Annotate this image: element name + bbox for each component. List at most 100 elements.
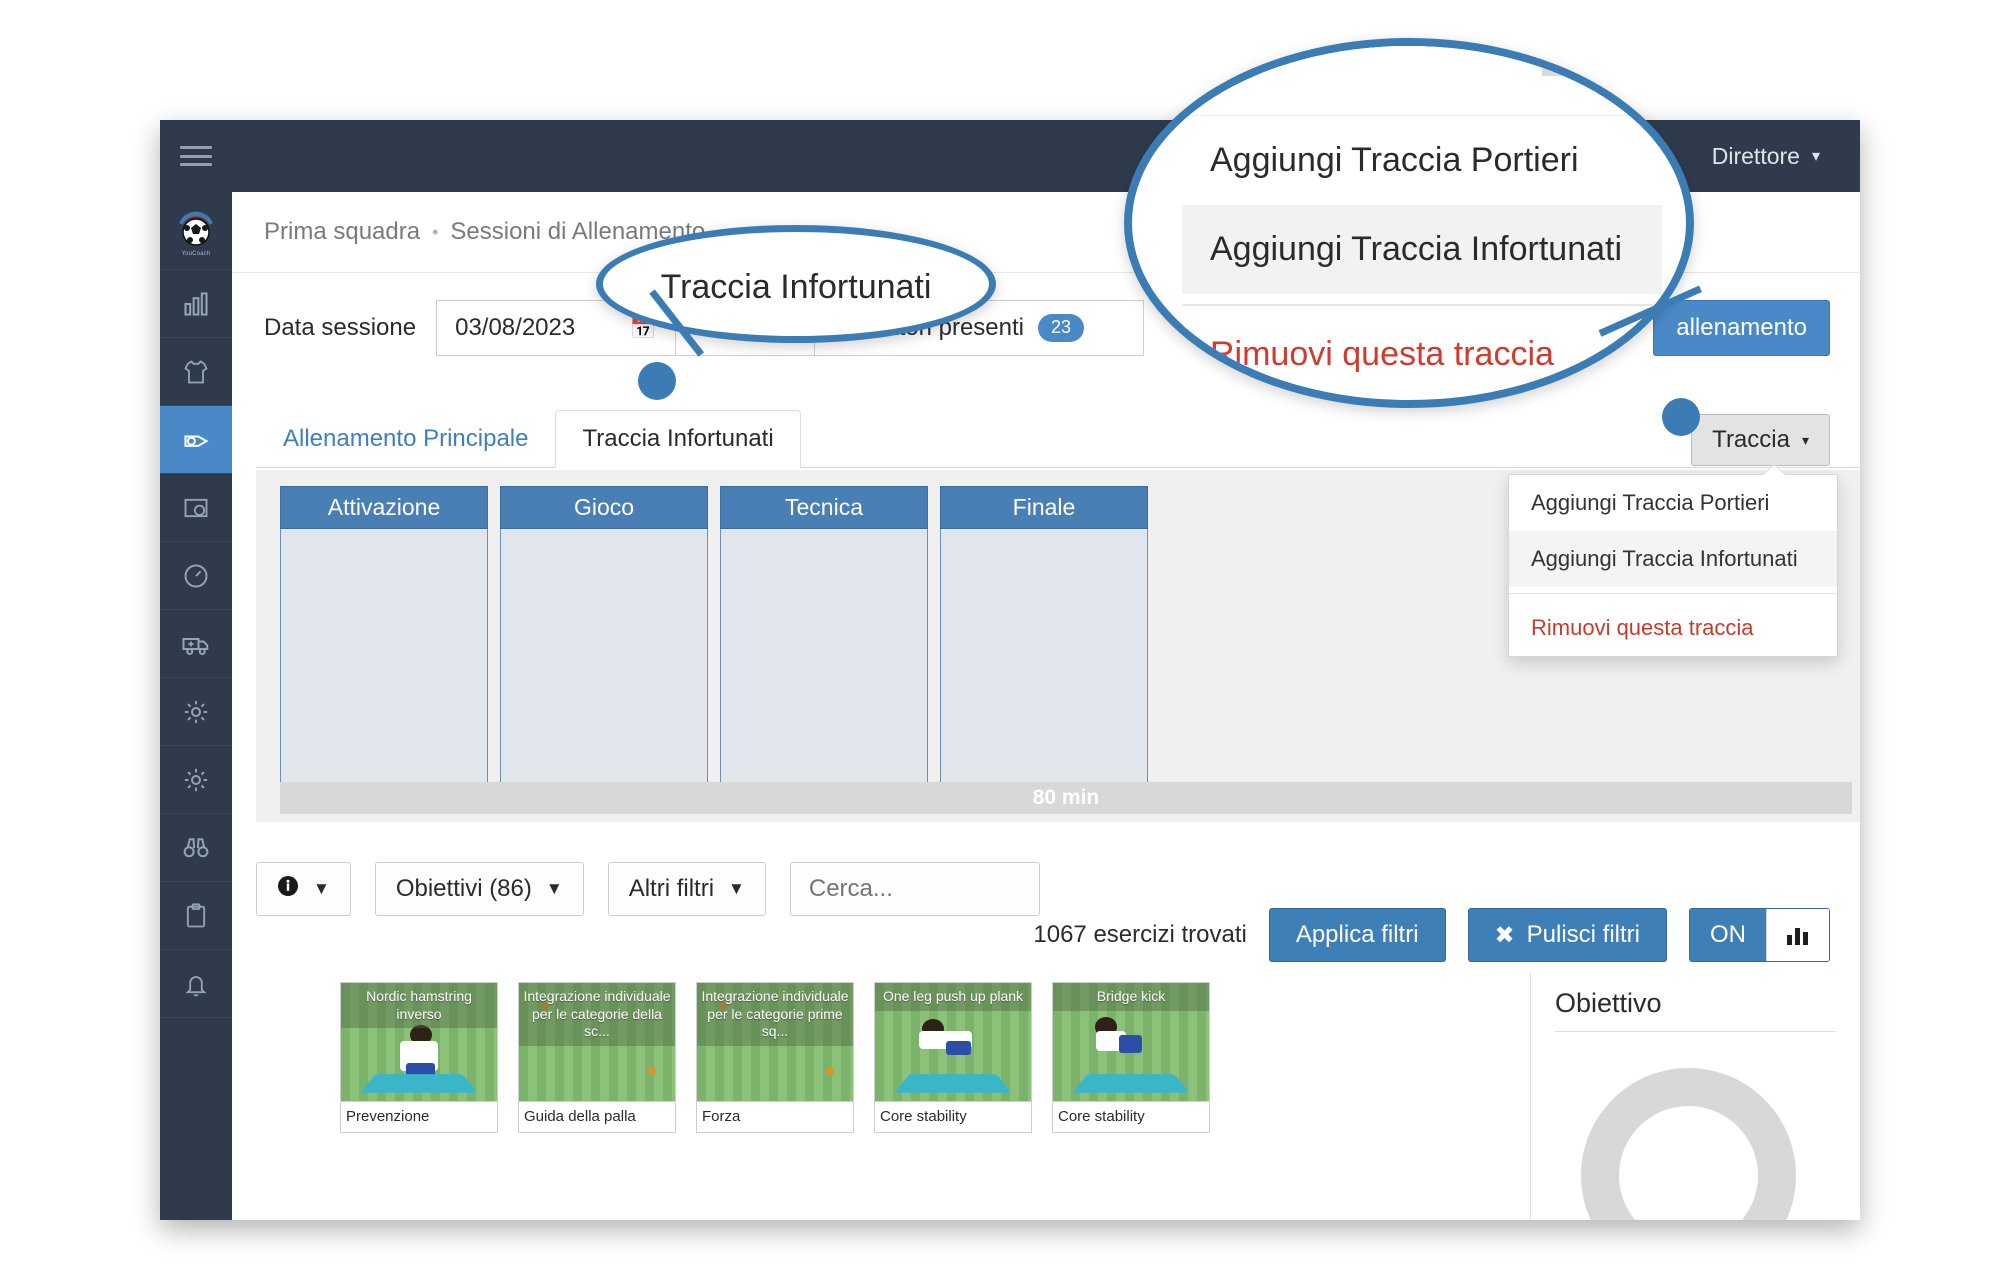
phase-dropzone[interactable] (720, 529, 928, 811)
sidebar-item-performance[interactable] (160, 542, 232, 610)
figure-plank (918, 1019, 972, 1075)
exercise-title: Nordic hamstring inverso (341, 983, 497, 1028)
sidebar: YouCoach (160, 120, 232, 1220)
clipboard-icon (186, 902, 206, 927)
sidebar-item-logo[interactable]: YouCoach (160, 196, 232, 270)
session-date-label: Data sessione (264, 314, 417, 341)
exercise-category: Prevenzione (341, 1101, 497, 1132)
bell-icon (185, 975, 207, 996)
breadcrumb-item-0[interactable]: Prima squadra (264, 218, 420, 246)
sidebar-item-match[interactable] (160, 474, 232, 542)
filter-toolbar: ▼ Obiettivi (86) ▼ Altri filtri ▼ (256, 862, 1040, 916)
info-filter-button[interactable]: ▼ (256, 862, 351, 916)
bar-chart-icon (184, 291, 208, 316)
exercise-card[interactable]: Bridge kick Core stability (1052, 982, 1210, 1133)
exercise-card-list: Nordic hamstring inverso Prevenzione Int… (340, 982, 1210, 1133)
gear-icon (184, 700, 208, 723)
breadcrumb: Prima squadra • Sessioni di Allenamento (264, 218, 705, 246)
hamburger-menu-icon[interactable] (178, 142, 214, 170)
traccia-dropdown-button[interactable]: Traccia ▾ (1691, 414, 1830, 466)
ambulance-icon (182, 637, 209, 655)
exercise-thumbnail: Integrazione individuale per le categori… (519, 983, 675, 1101)
gear-icon (184, 768, 208, 791)
bar-chart-icon[interactable] (1766, 909, 1829, 961)
pitch-ball-icon (184, 498, 208, 517)
exercise-category: Forza (697, 1101, 853, 1132)
objective-panel-title: Obiettivo (1555, 988, 1662, 1018)
tab-traccia-infortunati[interactable]: Traccia Infortunati (555, 410, 801, 468)
exercise-title: Integrazione individuale per le categori… (697, 983, 853, 1046)
sidebar-item-team[interactable] (160, 338, 232, 406)
exercise-thumbnail: Integrazione individuale per le categori… (697, 983, 853, 1101)
phase-column-attivazione[interactable]: Attivazione (280, 486, 488, 811)
sidebar-item-statistics[interactable] (160, 270, 232, 338)
other-filters-label: Altri filtri (628, 875, 715, 902)
sidebar-item-notifications[interactable] (160, 950, 232, 1018)
breadcrumb-separator-icon: • (432, 221, 439, 242)
phase-dropzone[interactable] (280, 529, 488, 811)
callout-tab-anchor (638, 362, 676, 400)
objective-panel-divider (1555, 1031, 1836, 1032)
user-menu[interactable]: Direttore ▾ (1712, 120, 1820, 192)
sidebar-item-settings[interactable] (160, 678, 232, 746)
exercise-thumbnail: Bridge kick (1053, 983, 1209, 1101)
exercise-card[interactable]: Integrazione individuale per le categori… (696, 982, 854, 1133)
exercise-title: Integrazione individuale per le categori… (519, 983, 675, 1046)
callout-menu-button-fragment (1542, 54, 1602, 76)
sidebar-item-reports[interactable] (160, 882, 232, 950)
donut-chart-icon (1581, 1068, 1796, 1220)
callout-menu-item-aggiungi-traccia-infortunati[interactable]: Aggiungi Traccia Infortunati (1182, 205, 1662, 294)
objectives-filter-button[interactable]: Obiettivi (86) ▼ (374, 862, 584, 916)
chevron-down-icon: ▼ (728, 879, 745, 898)
phase-header: Gioco (500, 486, 708, 529)
apply-filters-button[interactable]: Applica filtri (1268, 908, 1446, 962)
phase-dropzone[interactable] (500, 529, 708, 811)
clear-filters-button[interactable]: ✖ Pulisci filtri (1467, 908, 1667, 962)
speedometer-icon (184, 564, 208, 587)
other-filters-button[interactable]: Altri filtri ▼ (607, 862, 766, 916)
jersey-icon (184, 359, 208, 383)
menu-item-aggiungi-traccia-infortunati[interactable]: Aggiungi Traccia Infortunati (1509, 531, 1837, 587)
exercise-title: One leg push up plank (875, 983, 1031, 1011)
phase-header: Finale (940, 486, 1148, 529)
sidebar-item-settings-2[interactable] (160, 746, 232, 814)
mat-shape (360, 1074, 478, 1093)
sidebar-item-scouting[interactable] (160, 814, 232, 882)
phase-dropzone[interactable] (940, 529, 1148, 811)
phase-header: Tecnica (720, 486, 928, 529)
callout-menu-item-rimuovi-questa-traccia[interactable]: Rimuovi questa traccia (1182, 310, 1662, 399)
sidebar-item-training[interactable] (160, 406, 232, 474)
filter-actions: 1067 esercizi trovati Applica filtri ✖ P… (1033, 908, 1830, 962)
exercise-card[interactable]: One leg push up plank Core stability (874, 982, 1032, 1133)
binoculars-icon (183, 837, 209, 857)
duration-bar: 80 min (280, 782, 1852, 814)
callout-menu-top-strip (1182, 46, 1662, 116)
menu-divider (1509, 593, 1837, 594)
players-present-count: 23 (1038, 314, 1085, 342)
user-menu-label: Direttore (1711, 142, 1800, 169)
chart-toggle[interactable]: ON (1689, 908, 1830, 962)
phase-column-tecnica[interactable]: Tecnica (720, 486, 928, 811)
menu-item-rimuovi-questa-traccia[interactable]: Rimuovi questa traccia (1509, 600, 1837, 656)
chart-toggle-state: ON (1690, 909, 1766, 961)
save-training-button[interactable]: allenamento (1653, 300, 1830, 356)
callout-menu-content: Aggiungi Traccia Portieri Aggiungi Tracc… (1182, 46, 1662, 399)
figure-kneel (394, 1025, 447, 1081)
traccia-dropdown-menu: Aggiungi Traccia Portieri Aggiungi Tracc… (1508, 465, 1838, 657)
chevron-down-icon: ▾ (1801, 431, 1809, 448)
sidebar-item-medical[interactable] (160, 610, 232, 678)
exercise-card[interactable]: Integrazione individuale per le categori… (518, 982, 676, 1133)
phase-column-gioco[interactable]: Gioco (500, 486, 708, 811)
exercise-title: Bridge kick (1053, 983, 1209, 1011)
phase-column-finale[interactable]: Finale (940, 486, 1148, 811)
dropdown-arrow-icon (1763, 465, 1785, 475)
chevron-down-icon: ▾ (1811, 148, 1820, 165)
exercise-card[interactable]: Nordic hamstring inverso Prevenzione (340, 982, 498, 1133)
menu-item-aggiungi-traccia-portieri[interactable]: Aggiungi Traccia Portieri (1509, 475, 1837, 531)
callout-menu-item-aggiungi-traccia-portieri[interactable]: Aggiungi Traccia Portieri (1182, 116, 1662, 205)
tab-allenamento-principale[interactable]: Allenamento Principale (256, 409, 555, 467)
clear-filters-label: Pulisci filtri (1526, 921, 1640, 948)
callout-menu-divider (1182, 304, 1662, 306)
search-input[interactable] (789, 862, 1040, 916)
exercise-category: Core stability (875, 1101, 1031, 1132)
